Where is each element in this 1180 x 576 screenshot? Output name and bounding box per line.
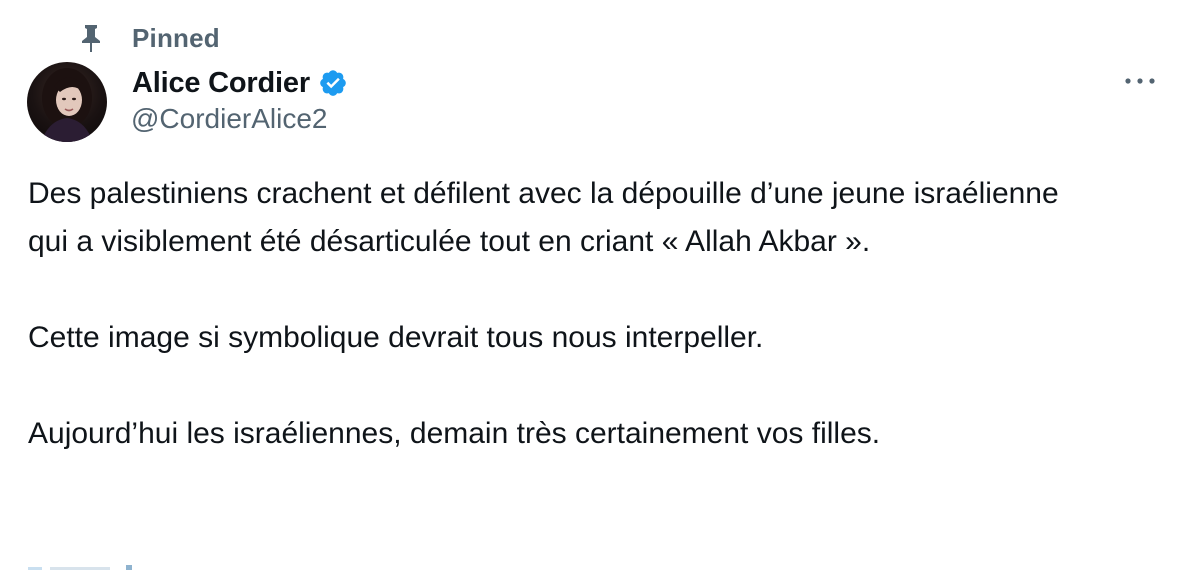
author-handle[interactable]: @CordierAlice2 [131, 103, 328, 135]
more-options-icon[interactable] [1122, 73, 1158, 91]
verified-badge-icon[interactable] [318, 68, 348, 98]
more-options-button[interactable] [1118, 66, 1162, 98]
tweet-paragraph: Aujourd’hui les israéliennes, demain trè… [28, 417, 881, 450]
author-display-name[interactable]: Alice Cordier [132, 67, 310, 100]
tweet-card[interactable]: Pinned Alice Cordier @CordierAlice2 Des … [0, 0, 1180, 570]
author-name-row[interactable]: Alice Cordier [132, 64, 348, 102]
pinned-label: Pinned [132, 22, 220, 53]
tweet-paragraph: Cette image si symbolique devrait tous n… [28, 321, 764, 354]
avatar[interactable] [27, 62, 107, 142]
pinned-indicator: Pinned [78, 22, 220, 54]
pin-icon [78, 23, 104, 53]
tweet-text: Des palestiniens crachent et défilent av… [28, 170, 1128, 458]
tweet-paragraph: Des palestiniens crachent et défilent av… [28, 177, 1059, 258]
cut-off-link-preview [28, 558, 138, 570]
